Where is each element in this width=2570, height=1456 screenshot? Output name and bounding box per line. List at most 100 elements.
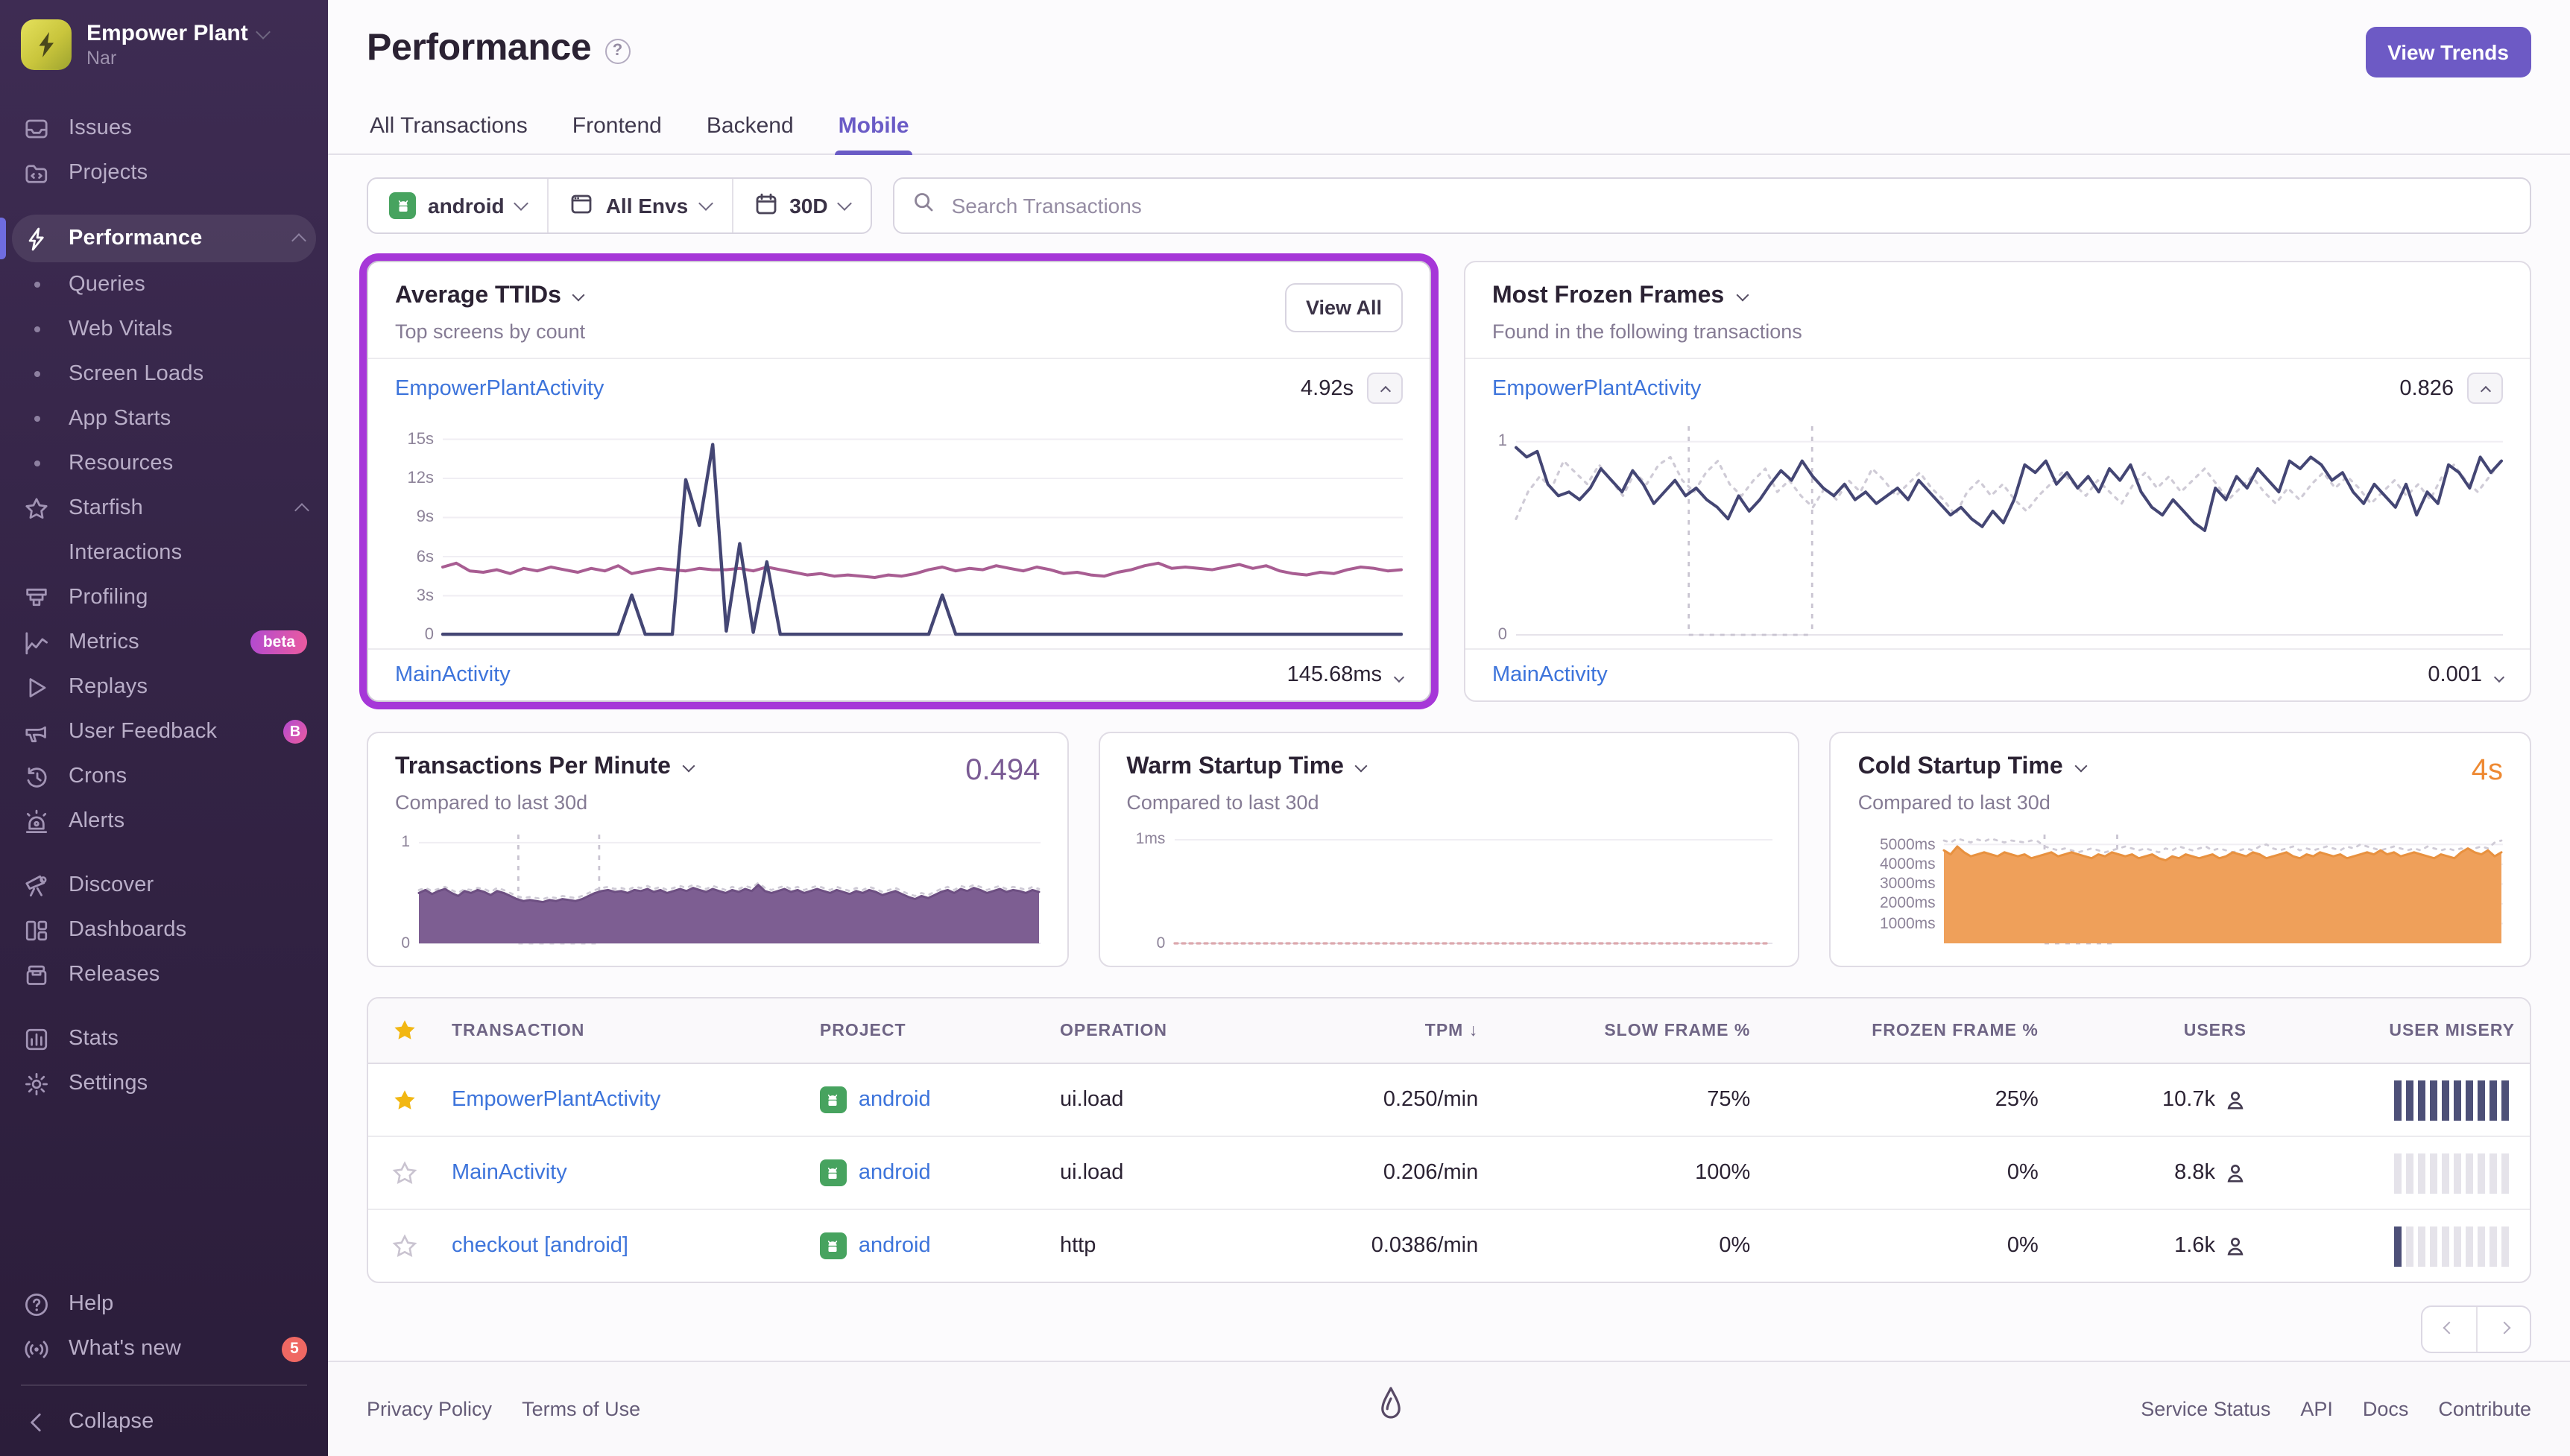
view-all-button[interactable]: View All [1284, 283, 1403, 332]
tab-all-transactions[interactable]: All Transactions [367, 104, 531, 153]
misery-bars [2276, 1153, 2515, 1193]
user-misery-cell [2261, 1137, 2530, 1209]
tab-mobile[interactable]: Mobile [835, 104, 912, 155]
project-filter[interactable]: android [368, 179, 548, 232]
collapse-toggle-button[interactable] [1367, 373, 1403, 404]
tpm-cell: 0.0386/min [1371, 1234, 1479, 1258]
dashboards-icon [24, 917, 49, 943]
app-root: Empower Plant Nar Issues Projects Performa… [0, 0, 2570, 1456]
sidebar-item-help[interactable]: Help [0, 1282, 328, 1326]
sidebar-item-releases[interactable]: Releases [0, 952, 328, 997]
sidebar-divider [21, 1384, 307, 1386]
expand-toggle-button[interactable] [1393, 663, 1405, 687]
sidebar-item-crons[interactable]: Crons [0, 754, 328, 799]
sidebar-item-collapse[interactable]: Collapse [0, 1399, 328, 1444]
column-header-transaction[interactable]: TRANSACTION [437, 1002, 805, 1059]
sidebar-item-projects[interactable]: Projects [0, 151, 328, 195]
cold-startup-card: Cold Startup Time Compared to last 30d 4… [1829, 732, 2532, 967]
cold-startup-title[interactable]: Cold Startup Time [1858, 754, 2088, 781]
project-link[interactable]: android [859, 1234, 931, 1258]
project-link[interactable]: android [859, 1088, 931, 1112]
table-row: checkout [android] android http 0.0386/min 0… [368, 1210, 2530, 1282]
collapse-toggle-button[interactable] [2467, 373, 2503, 404]
column-header-project[interactable]: PROJECT [805, 1002, 1045, 1059]
transaction-link[interactable]: MainActivity [452, 1161, 567, 1185]
search-input[interactable] [948, 192, 2512, 219]
sidebar-item-discover[interactable]: Discover [0, 863, 328, 908]
help-question-icon[interactable]: ? [604, 38, 631, 63]
tab-frontend[interactable]: Frontend [569, 104, 665, 153]
avg-ttids-title[interactable]: Average TTIDs [395, 283, 586, 310]
footer-link-service-status[interactable]: Service Status [2141, 1398, 2270, 1420]
view-trends-button[interactable]: View Trends [2365, 27, 2531, 77]
sidebar-item-web-vitals[interactable]: Web Vitals [0, 307, 328, 352]
org-switcher[interactable]: Empower Plant Nar [0, 0, 328, 85]
footer-link-terms-of-use[interactable]: Terms of Use [522, 1398, 640, 1420]
tab-backend[interactable]: Backend [704, 104, 797, 153]
operation-cell: ui.load [1059, 1161, 1124, 1185]
sidebar-item-performance[interactable]: Performance [0, 215, 316, 262]
sidebar-item-stats[interactable]: Stats [0, 1016, 328, 1061]
table-body: EmpowerPlantActivity android ui.load 0.250/… [368, 1064, 2530, 1282]
warm-startup-title[interactable]: Warm Startup Time [1126, 754, 1368, 781]
filter-group: android All Envs 30D [367, 177, 873, 234]
transaction-link[interactable]: EmpowerPlantActivity [1492, 376, 1701, 400]
main-area: Performance ? View Trends All Transactio… [328, 0, 2570, 1456]
sidebar-item-queries[interactable]: Queries [0, 262, 328, 307]
sidebar-item-label: Resources [69, 452, 174, 475]
expand-toggle-button[interactable] [2493, 663, 2505, 687]
sidebar-item-issues[interactable]: Issues [0, 106, 328, 151]
footer-link-contribute[interactable]: Contribute [2438, 1398, 2531, 1420]
search-box [893, 177, 2531, 234]
transaction-link[interactable]: EmpowerPlantActivity [395, 376, 604, 400]
sidebar-item-label: Profiling [69, 586, 148, 610]
bullet-icon [24, 451, 49, 476]
sidebar-item-resources[interactable]: Resources [0, 441, 328, 486]
column-header-users[interactable]: USERS [2053, 1002, 2261, 1059]
active-indicator [0, 218, 6, 259]
project-cell: android [805, 1210, 1045, 1282]
sidebar-item-interactions[interactable]: Interactions [0, 531, 328, 575]
chevron-down-icon [1355, 759, 1368, 772]
sidebar-item-app-starts[interactable]: App Starts [0, 396, 328, 441]
star-toggle[interactable] [368, 1137, 437, 1209]
chevron-down-icon [1735, 288, 1749, 301]
sidebar-item-metrics[interactable]: Metrics beta [0, 620, 328, 665]
date-range-filter[interactable]: 30D [731, 179, 871, 232]
prev-page-button[interactable] [2422, 1307, 2476, 1352]
sidebar-item-dashboards[interactable]: Dashboards [0, 908, 328, 952]
transaction-link[interactable]: EmpowerPlantActivity [452, 1088, 660, 1112]
star-toggle[interactable] [368, 1064, 437, 1136]
column-header-slow[interactable]: SLOW FRAME % [1493, 1002, 1765, 1059]
sidebar-item-settings[interactable]: Settings [0, 1061, 328, 1106]
column-header-frozen[interactable]: FROZEN FRAME % [1765, 1002, 2053, 1059]
project-link[interactable]: android [859, 1161, 931, 1185]
column-header-misery[interactable]: USER MISERY [2261, 1002, 2530, 1059]
sidebar-item-screen-loads[interactable]: Screen Loads [0, 352, 328, 396]
footer-link-privacy-policy[interactable]: Privacy Policy [367, 1398, 492, 1420]
tpm-subtitle: Compared to last 30d [395, 791, 588, 814]
footer-link-docs[interactable]: Docs [2363, 1398, 2409, 1420]
sidebar-item-replays[interactable]: Replays [0, 665, 328, 709]
cold-startup-chart: 5000ms 4000ms 3000ms 2000ms 1000ms [1858, 829, 2504, 948]
environment-filter[interactable]: All Envs [547, 179, 732, 232]
transaction-link[interactable]: checkout [android] [452, 1234, 628, 1258]
next-page-button[interactable] [2476, 1307, 2530, 1352]
sidebar-item-what-s-new[interactable]: What's new 5 [0, 1326, 328, 1371]
users-cell: 1.6k [2053, 1210, 2261, 1282]
sidebar-item-user-feedback[interactable]: User Feedback B [0, 709, 328, 754]
transaction-link[interactable]: MainActivity [395, 663, 511, 687]
transaction-link[interactable]: MainActivity [1492, 663, 1608, 687]
table-row: EmpowerPlantActivity android ui.load 0.250/… [368, 1064, 2530, 1137]
sidebar-item-profiling[interactable]: Profiling [0, 575, 328, 620]
tpm-title[interactable]: Transactions Per Minute [395, 754, 695, 781]
chevron-up-icon [291, 233, 306, 248]
star-toggle[interactable] [368, 1210, 437, 1282]
sidebar-item-starfish[interactable]: Starfish [0, 486, 328, 531]
column-header-tpm[interactable]: TPM ↓ [1285, 1002, 1493, 1059]
column-header-operation[interactable]: OPERATION [1045, 1002, 1285, 1059]
sidebar-item-alerts[interactable]: Alerts [0, 799, 328, 843]
footer-link-api[interactable]: API [2300, 1398, 2333, 1420]
frozen-frames-title[interactable]: Most Frozen Frames [1492, 283, 1802, 310]
